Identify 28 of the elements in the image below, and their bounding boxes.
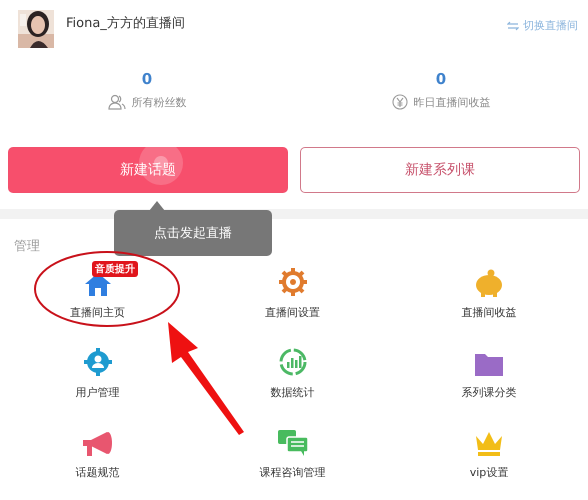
stat-label: 所有粉丝数 [132, 94, 186, 110]
room-name: Fiona_方方的直播间 [66, 15, 186, 32]
users-icon [108, 94, 126, 110]
tooltip: 点击发起直播 [114, 210, 272, 256]
menu-item[interactable]: 系列课分类 [462, 385, 516, 400]
section-title: 管理 [14, 238, 40, 255]
chat-icon [276, 429, 308, 457]
menu-item[interactable]: 话题规范 [76, 465, 120, 480]
menu-item[interactable]: 用户管理 [76, 385, 120, 400]
menu-item[interactable]: 直播间收益 [462, 305, 516, 320]
stat-value: 0 [436, 70, 446, 88]
chart-icon [278, 347, 308, 377]
megaphone-icon [82, 431, 114, 457]
user-gear-icon [82, 347, 112, 377]
menu-item[interactable]: vip设置 [470, 465, 508, 480]
piggy-bank-icon [473, 269, 505, 297]
menu-item[interactable]: 数据统计 [270, 385, 314, 400]
new-series-button[interactable]: 新建系列课 [300, 147, 580, 193]
stat-label: 昨日直播间收益 [414, 94, 490, 110]
yuan-icon [392, 94, 408, 110]
folder-icon [474, 351, 504, 377]
menu-item[interactable]: 直播间主页 [70, 305, 125, 320]
stat-value: 0 [142, 70, 152, 88]
switch-icon [507, 20, 519, 30]
badge: 音质提升 [92, 261, 138, 277]
menu-item[interactable]: 课程咨询管理 [260, 465, 326, 480]
menu-item[interactable]: 直播间设置 [265, 305, 320, 320]
gear-icon [278, 267, 308, 297]
